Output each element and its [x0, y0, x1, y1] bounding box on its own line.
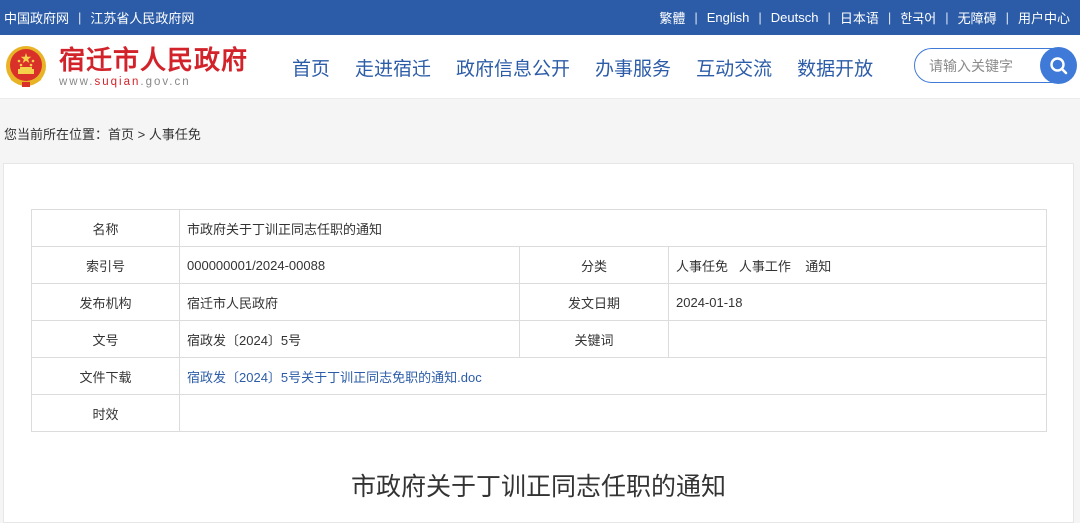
link-user-center[interactable]: 用户中心 [1018, 8, 1070, 27]
link-korean[interactable]: 한국어 [900, 8, 936, 27]
breadcrumb-separator: > [137, 127, 146, 142]
date-value: 2024-01-18 [668, 283, 1047, 321]
nav-open-data[interactable]: 数据开放 [797, 54, 873, 81]
download-cell: 宿政发〔2024〕5号关于丁训正同志免职的通知.doc [179, 357, 1047, 395]
nav-gov-info-disclosure[interactable]: 政府信息公开 [456, 54, 570, 81]
docno-label: 文号 [31, 320, 180, 358]
breadcrumb-home[interactable]: 首页 [108, 127, 134, 142]
url-highlight: suqian [94, 76, 141, 88]
name-value: 市政府关于丁训正同志任职的通知 [179, 209, 1047, 247]
index-label: 索引号 [31, 246, 180, 284]
content-card: 名称 市政府关于丁训正同志任职的通知 索引号 000000001/2024-00… [3, 163, 1074, 523]
table-row: 文号 宿政发〔2024〕5号 关键词 [31, 320, 1047, 358]
link-jiangsu-gov[interactable]: 江苏省人民政府网 [90, 8, 194, 27]
top-bar: 中国政府网 | 江苏省人民政府网 繁體 | English | Deutsch … [0, 0, 1080, 35]
index-value: 000000001/2024-00088 [179, 246, 520, 284]
link-china-gov[interactable]: 中国政府网 [4, 8, 69, 27]
table-row: 时效 [31, 394, 1047, 432]
separator: | [1005, 10, 1009, 25]
publisher-value: 宿迁市人民政府 [179, 283, 520, 321]
validity-value [179, 394, 1047, 432]
nav-about-suqian[interactable]: 走进宿迁 [355, 54, 431, 81]
table-row: 索引号 000000001/2024-00088 分类 人事任免 人事工作 通知 [31, 246, 1047, 284]
national-emblem-icon [3, 44, 49, 90]
category-value: 人事任免 人事工作 通知 [668, 246, 1047, 284]
validity-label: 时效 [31, 394, 180, 432]
site-url: www.suqian.gov.cn [59, 76, 248, 88]
download-file-link[interactable]: 宿政发〔2024〕5号关于丁训正同志免职的通知.doc [187, 370, 482, 385]
name-label: 名称 [31, 209, 180, 247]
nav-services[interactable]: 办事服务 [595, 54, 671, 81]
url-prefix: www. [59, 76, 95, 88]
url-suffix: .gov.cn [140, 76, 191, 88]
breadcrumb-prefix: 您当前所在位置： [4, 127, 109, 142]
link-accessibility[interactable]: 无障碍 [958, 8, 997, 27]
table-row: 文件下载 宿政发〔2024〕5号关于丁训正同志免职的通知.doc [31, 357, 1047, 395]
site-header: 宿迁市人民政府 www.suqian.gov.cn 首页 走进宿迁 政府信息公开… [0, 35, 1080, 99]
nav-home[interactable]: 首页 [292, 54, 330, 81]
link-japanese[interactable]: 日本语 [840, 8, 879, 27]
publisher-label: 发布机构 [31, 283, 180, 321]
search-icon [1049, 56, 1067, 74]
search-button[interactable] [1040, 47, 1077, 84]
separator: | [758, 10, 762, 25]
download-label: 文件下载 [31, 357, 180, 395]
link-traditional-chinese[interactable]: 繁體 [659, 8, 685, 27]
document-title: 市政府关于丁训正同志任职的通知 [350, 473, 726, 501]
search-input[interactable] [915, 57, 1037, 74]
site-name: 宿迁市人民政府 [59, 45, 249, 75]
site-logo[interactable]: 宿迁市人民政府 www.suqian.gov.cn [3, 44, 248, 90]
brand: 宿迁市人民政府 www.suqian.gov.cn [59, 45, 248, 88]
separator: | [945, 10, 949, 25]
category-label: 分类 [519, 246, 669, 284]
top-bar-right: 繁體 | English | Deutsch | 日本语 | 한국어 | 无障碍… [659, 8, 1070, 27]
breadcrumb-personnel-appointments[interactable]: 人事任免 [149, 127, 201, 142]
separator: | [827, 10, 831, 25]
separator: | [694, 10, 698, 25]
date-label: 发文日期 [519, 283, 669, 321]
keywords-label: 关键词 [519, 320, 669, 358]
link-deutsch[interactable]: Deutsch [771, 10, 819, 25]
separator: | [78, 10, 82, 25]
link-english[interactable]: English [707, 10, 750, 25]
search-box [914, 47, 1077, 84]
keywords-value [668, 320, 1047, 358]
table-row: 名称 市政府关于丁训正同志任职的通知 [31, 209, 1047, 247]
document-info-table: 名称 市政府关于丁训正同志任职的通知 索引号 000000001/2024-00… [31, 209, 1047, 432]
separator: | [887, 10, 892, 25]
nav-interaction[interactable]: 互动交流 [696, 54, 772, 81]
top-bar-left: 中国政府网 | 江苏省人民政府网 [4, 8, 194, 27]
breadcrumb: 您当前所在位置：首页 > 人事任免 [4, 124, 201, 143]
docno-value: 宿政发〔2024〕5号 [179, 320, 520, 358]
main-nav: 首页 走进宿迁 政府信息公开 办事服务 互动交流 数据开放 [292, 35, 898, 99]
table-row: 发布机构 宿迁市人民政府 发文日期 2024-01-18 [31, 283, 1047, 321]
